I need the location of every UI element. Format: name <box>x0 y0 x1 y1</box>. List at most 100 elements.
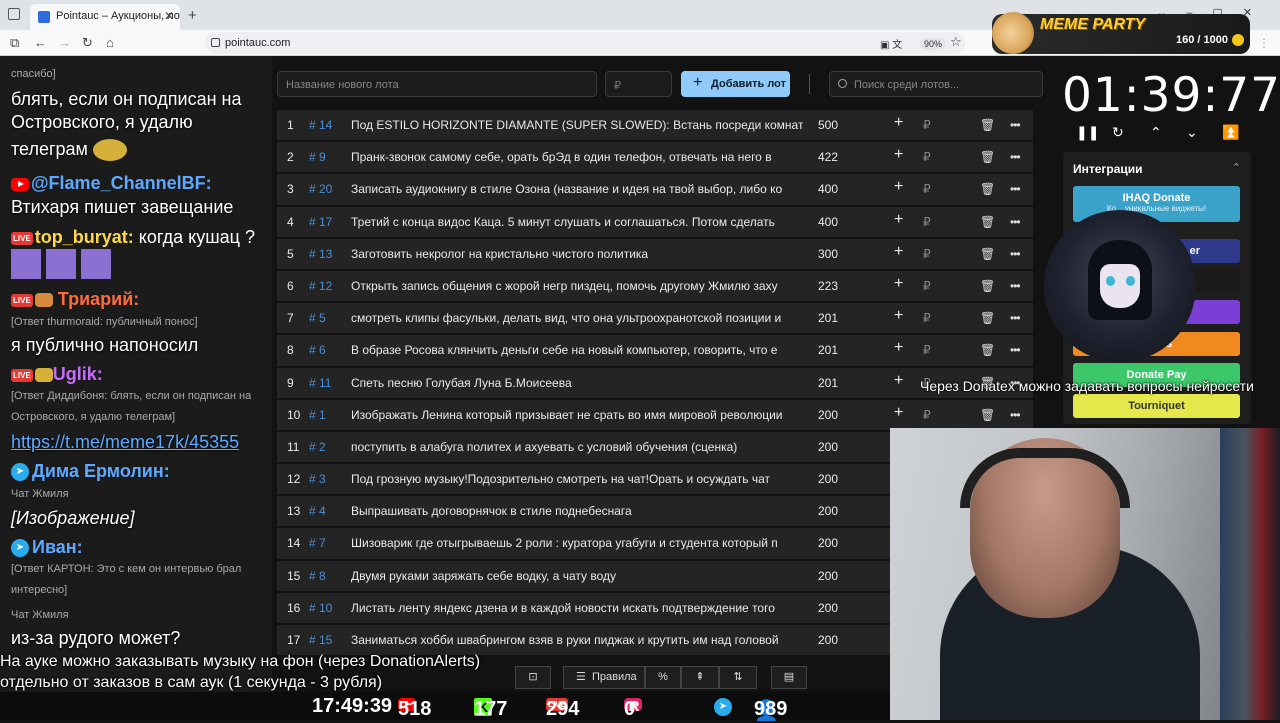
add-amount-icon[interactable]: + <box>894 146 903 164</box>
ruble-icon[interactable]: ₽ <box>923 150 931 164</box>
site-info-icon[interactable] <box>211 38 220 47</box>
new-tab-icon[interactable]: + <box>188 7 197 24</box>
tab-actions-icon[interactable] <box>8 8 20 20</box>
lot-amount[interactable]: 200 <box>818 569 838 583</box>
delete-icon[interactable]: 🗑 <box>980 247 995 261</box>
lot-name[interactable]: Спеть песню Голубая Луна Б.Моисеева <box>351 376 803 390</box>
search-input[interactable]: Поиск среди лотов... <box>829 71 1043 97</box>
more-icon[interactable]: ••• <box>1010 247 1021 261</box>
lot-name[interactable]: Записать аудиокнигу в стиле Озона (назва… <box>351 182 803 196</box>
more-icon[interactable]: ••• <box>1010 215 1021 229</box>
lot-name[interactable]: Открыть запись общения с жорой негр пизд… <box>351 279 803 293</box>
chevron-down-icon[interactable]: ⌄ <box>1186 124 1198 141</box>
add-amount-icon[interactable]: + <box>894 372 903 390</box>
lot-name[interactable]: Двумя руками заряжать себе водку, а чату… <box>351 569 803 583</box>
add-amount-icon[interactable]: + <box>894 275 903 293</box>
delete-icon[interactable]: 🗑 <box>980 215 995 229</box>
more-icon[interactable]: ••• <box>1010 279 1021 293</box>
split-icon[interactable]: ⇞ <box>681 666 719 689</box>
lot-amount[interactable]: 201 <box>818 343 838 357</box>
lot-amount[interactable]: 200 <box>818 504 838 518</box>
lot-row[interactable]: 1 # 14 Под ESTILO HORIZONTE DIAMANTE (SUPE… <box>277 110 1033 141</box>
lot-name[interactable]: Листать ленту яндекс дзена и в каждой но… <box>351 601 803 615</box>
percent-button[interactable]: % <box>645 666 681 689</box>
lot-amount[interactable]: 200 <box>818 633 838 647</box>
lot-name[interactable]: поступить в алабуга политех и ахуевать с… <box>351 440 803 454</box>
lot-name[interactable]: Выпрашивать договорнячок в стиле поднебе… <box>351 504 803 518</box>
add-amount-icon[interactable]: + <box>894 211 903 229</box>
add-amount-icon[interactable]: + <box>894 243 903 261</box>
lot-amount[interactable]: 400 <box>818 215 838 229</box>
home-icon[interactable]: ⌂ <box>106 35 114 50</box>
more-icon[interactable]: ••• <box>1010 182 1021 196</box>
lot-name[interactable]: Третий с конца видос Каца. 5 минут слуша… <box>351 215 803 229</box>
lot-amount[interactable]: 201 <box>818 311 838 325</box>
close-tab-icon[interactable]: ✕ <box>164 9 174 23</box>
add-amount-icon[interactable]: + <box>894 307 903 325</box>
rules-button[interactable]: ☰ Правила <box>563 666 645 689</box>
lot-row[interactable]: 5 # 13 Заготовить некролог на кристально ч… <box>277 238 1033 269</box>
zoom-level[interactable]: 90% <box>920 38 947 50</box>
add-lot-button[interactable]: + Добавить лот <box>681 71 790 97</box>
browser-tab[interactable]: Pointauc – Аукционы, лотереи ✕ <box>30 4 180 30</box>
delete-icon[interactable]: 🗑 <box>980 311 995 325</box>
reload-icon[interactable]: ↻ <box>82 35 93 51</box>
favorite-star-icon[interactable]: ☆ <box>950 34 962 50</box>
chevron-up-icon[interactable]: ⌃ <box>1150 124 1162 141</box>
lot-name[interactable]: Изображать Ленина который призывает не с… <box>351 408 803 422</box>
reset-icon[interactable]: ↻ <box>1112 124 1124 141</box>
ruble-icon[interactable]: ₽ <box>923 343 931 357</box>
more-icon[interactable]: ••• <box>1010 150 1021 164</box>
lot-amount[interactable]: 400 <box>818 182 838 196</box>
lot-amount[interactable]: 223 <box>818 279 838 293</box>
lot-name[interactable]: В образе Росова клянчить деньги себе на … <box>351 343 803 357</box>
lot-amount[interactable]: 300 <box>818 247 838 261</box>
delete-icon[interactable]: 🗑 <box>980 182 995 196</box>
new-lot-price-input[interactable]: ₽ <box>605 71 672 97</box>
lot-row[interactable]: 4 # 17 Третий с конца видос Каца. 5 минут … <box>277 206 1033 237</box>
lot-row[interactable]: 6 # 12 Открыть запись общения с жорой негр… <box>277 270 1033 302</box>
lot-name[interactable]: Заготовить некролог на кристально чистог… <box>351 247 803 261</box>
lot-amount[interactable]: 200 <box>818 536 838 550</box>
more-icon[interactable]: ••• <box>1010 343 1021 357</box>
lot-amount[interactable]: 500 <box>818 118 838 132</box>
delete-icon[interactable]: 🗑 <box>980 150 995 164</box>
lot-row[interactable]: 8 # 6 В образе Росова клянчить деньги себе… <box>277 335 1033 366</box>
ruble-icon[interactable]: ₽ <box>923 215 931 229</box>
lot-amount[interactable]: 200 <box>818 601 838 615</box>
chat-link[interactable]: https://t.me/meme17k/45355 <box>11 432 239 453</box>
more-menu-icon[interactable]: ⋮ <box>1258 36 1270 50</box>
add-amount-icon[interactable]: + <box>894 404 903 422</box>
pause-icon[interactable]: ❚❚ <box>1076 124 1099 141</box>
lot-row[interactable]: 3 # 20 Записать аудиокнигу в стиле Озона (… <box>277 174 1033 205</box>
lot-name[interactable]: смотреть клипы фасульки, делать вид, что… <box>351 311 803 325</box>
clear-all-icon[interactable]: ▤ <box>771 666 807 689</box>
sidebar-icon[interactable]: ⧉ <box>10 35 19 51</box>
translate-icon[interactable]: ▣ 文 <box>880 36 902 51</box>
delete-icon[interactable]: 🗑 <box>980 408 995 422</box>
lot-name[interactable]: Пранк-звонок самому себе, орать брЭд в о… <box>351 150 803 164</box>
lot-name[interactable]: Шизоварик где отыгрываешь 2 роли : курат… <box>351 536 803 550</box>
lot-amount[interactable]: 200 <box>818 472 838 486</box>
ruble-icon[interactable]: ₽ <box>923 118 931 132</box>
address-bar[interactable]: pointauc.com <box>205 32 965 54</box>
more-icon[interactable]: ••• <box>1010 311 1021 325</box>
more-icon[interactable]: ••• <box>1010 408 1021 422</box>
ruble-icon[interactable]: ₽ <box>923 279 931 293</box>
lot-row[interactable]: 7 # 5 смотреть клипы фасульки, делать вид,… <box>277 303 1033 334</box>
lot-amount[interactable]: 200 <box>818 408 838 422</box>
add-amount-icon[interactable]: + <box>894 339 903 357</box>
lot-name[interactable]: Заниматься хобби швабрингом взяв в руки … <box>351 633 803 647</box>
collapse-icon[interactable]: ⌃ <box>1232 161 1241 174</box>
tourniquet-button[interactable]: Tourniquet <box>1073 394 1240 418</box>
double-up-icon[interactable]: ⏫ <box>1222 124 1239 141</box>
delete-icon[interactable]: 🗑 <box>980 343 995 357</box>
lot-amount[interactable]: 200 <box>818 440 838 454</box>
back-icon[interactable]: ← <box>34 35 47 50</box>
ruble-icon[interactable]: ₽ <box>923 311 931 325</box>
lot-name[interactable]: Под ESTILO HORIZONTE DIAMANTE (SUPER SLO… <box>351 118 803 132</box>
lot-amount[interactable]: 201 <box>818 376 838 390</box>
new-lot-name-input[interactable]: Название нового лота <box>277 71 597 97</box>
lot-row[interactable]: 10 # 1 Изображать Ленина который призывает… <box>277 399 1033 430</box>
delete-icon[interactable]: 🗑 <box>980 118 995 132</box>
